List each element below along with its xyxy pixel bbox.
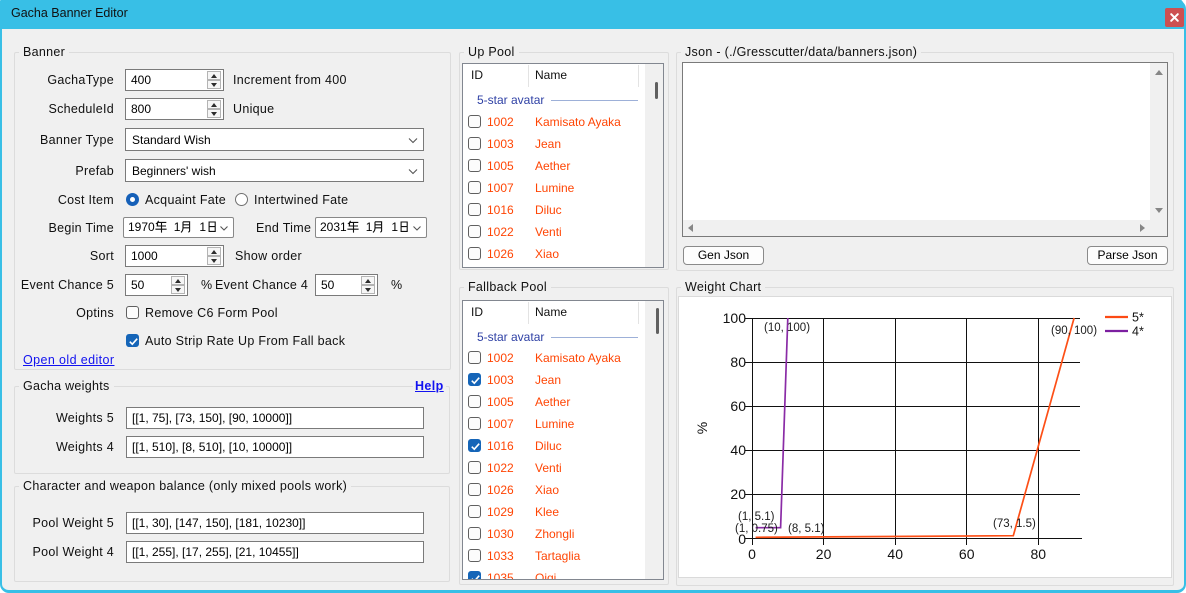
svg-text:%: %	[694, 422, 710, 434]
svg-text:0: 0	[748, 546, 756, 562]
svg-text:(10, 100): (10, 100)	[764, 322, 810, 334]
svg-text:80: 80	[730, 354, 746, 370]
svg-text:20: 20	[816, 546, 832, 562]
svg-text:20: 20	[730, 486, 746, 502]
svg-text:100: 100	[723, 310, 747, 326]
svg-text:(73, 1.5): (73, 1.5)	[993, 518, 1036, 530]
svg-text:(1, 0.75): (1, 0.75)	[735, 523, 778, 535]
svg-text:(90, 100): (90, 100)	[1051, 325, 1097, 337]
svg-text:5*: 5*	[1132, 311, 1144, 325]
svg-text:(8, 5.1): (8, 5.1)	[788, 523, 825, 535]
svg-text:(1, 5.1): (1, 5.1)	[738, 511, 775, 523]
svg-text:40: 40	[730, 442, 746, 458]
svg-text:40: 40	[887, 546, 903, 562]
svg-text:4*: 4*	[1132, 325, 1144, 339]
svg-text:80: 80	[1031, 546, 1047, 562]
svg-text:60: 60	[730, 398, 746, 414]
svg-text:60: 60	[959, 546, 975, 562]
